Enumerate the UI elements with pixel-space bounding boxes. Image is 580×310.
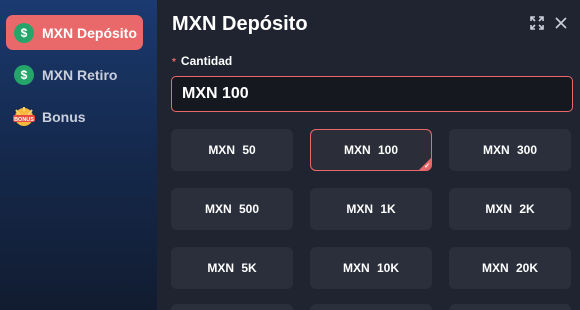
amount-option-selected[interactable]: MXN 100 ✓ bbox=[310, 129, 432, 171]
amount-option-label: MXN 20K bbox=[481, 261, 538, 275]
dollar-icon: $ bbox=[14, 22, 34, 43]
sidebar-item-mxn-retiro[interactable]: $ MXN Retiro bbox=[6, 57, 143, 92]
sidebar-item-mxn-deposito[interactable]: $ MXN Depósito bbox=[6, 15, 143, 50]
amount-option-label: MXN 500 bbox=[204, 202, 260, 216]
amount-option[interactable]: MXN 50 bbox=[171, 129, 293, 171]
amount-option-label: MXN 100 bbox=[343, 143, 399, 157]
bonus-icon: BONUS bbox=[12, 106, 36, 128]
amount-option[interactable]: MXN 5K bbox=[171, 247, 293, 289]
amount-option[interactable]: MXN 10K bbox=[310, 247, 432, 289]
expand-icon[interactable] bbox=[530, 16, 544, 35]
sidebar-item-label: MXN Retiro bbox=[42, 66, 118, 83]
amount-option[interactable]: MXN 1K bbox=[310, 188, 432, 230]
page-title: MXN Depósito bbox=[172, 13, 308, 35]
amount-option-label: MXN 50 bbox=[208, 143, 256, 157]
required-mark: * bbox=[172, 57, 176, 68]
amount-options-grid: MXN 50 MXN 100 ✓ MXN 300 MXN 500 MXN 1K M… bbox=[171, 129, 571, 289]
amount-option-label: MXN 300 bbox=[482, 143, 538, 157]
amount-option-label: MXN 1K bbox=[346, 202, 396, 216]
deposit-panel: MXN Depósito * Cantidad MXN 50 MXN 100 ✓ M… bbox=[157, 0, 580, 310]
amount-option[interactable]: MXN 2K bbox=[449, 188, 571, 230]
amount-options-next-row bbox=[171, 304, 573, 310]
amount-option[interactable]: MXN 300 bbox=[449, 129, 571, 171]
amount-option-label: MXN 5K bbox=[207, 261, 257, 275]
amount-option-label: MXN 2K bbox=[485, 202, 535, 216]
amount-option-partial[interactable] bbox=[449, 304, 571, 310]
amount-label-text: Cantidad bbox=[180, 54, 233, 68]
amount-option-partial[interactable] bbox=[171, 304, 293, 310]
header-actions bbox=[530, 16, 568, 35]
amount-option-label: MXN 10K bbox=[342, 261, 399, 275]
sidebar-item-label: Bonus bbox=[42, 108, 86, 125]
sidebar-item-label: MXN Depósito bbox=[42, 24, 137, 41]
close-icon[interactable] bbox=[554, 16, 568, 35]
bonus-icon-text: BONUS bbox=[14, 117, 34, 123]
amount-option[interactable]: MXN 20K bbox=[449, 247, 571, 289]
amount-option[interactable]: MXN 500 bbox=[171, 188, 293, 230]
amount-label: * Cantidad bbox=[172, 54, 232, 68]
amount-option-partial[interactable] bbox=[310, 304, 432, 310]
sidebar-item-bonus[interactable]: BONUS Bonus bbox=[6, 99, 143, 134]
dollar-icon: $ bbox=[14, 64, 34, 85]
check-icon: ✓ bbox=[424, 163, 430, 170]
sidebar: $ MXN Depósito $ MXN Retiro BONUS Bonus bbox=[0, 0, 157, 310]
amount-input[interactable] bbox=[171, 76, 573, 112]
